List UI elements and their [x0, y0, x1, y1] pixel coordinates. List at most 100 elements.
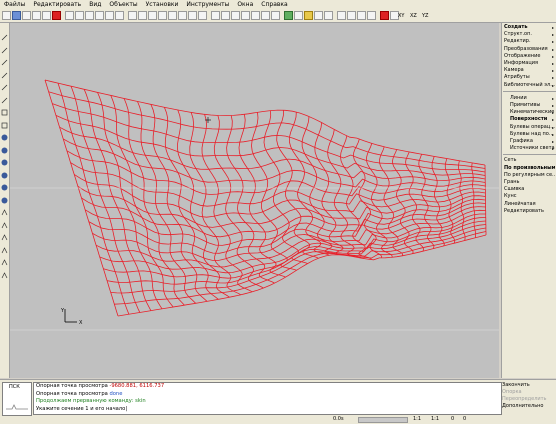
panel-category-1[interactable]: Структ.оп. ▸	[504, 31, 555, 38]
toolbar-button-19[interactable]	[198, 11, 207, 20]
panel-category-0[interactable]: Создать ▸	[504, 24, 555, 31]
toolbar-button-5[interactable]	[52, 11, 61, 20]
toolbar-button-27[interactable]	[284, 11, 293, 20]
toolbar-button-1[interactable]	[12, 11, 21, 20]
panel-subcategory-1[interactable]: Примитивы ▸	[510, 102, 555, 109]
torus-tool-icon[interactable]	[1, 176, 8, 191]
toolbar-button-33[interactable]	[347, 11, 356, 20]
menu-item-0[interactable]: Файлы	[0, 0, 29, 10]
panel-command-1[interactable]: По произвольным...	[504, 165, 555, 172]
target-tool-icon[interactable]	[1, 226, 8, 241]
panel-command-3[interactable]: Грань	[504, 179, 555, 186]
view-yz-button[interactable]: YZ	[422, 10, 428, 22]
toolbar-button-25[interactable]	[261, 11, 270, 20]
command-log[interactable]: Опорная точка просмотра -9680.881, 6116.…	[33, 382, 502, 415]
toolbar-button-13[interactable]	[138, 11, 147, 20]
panel-command-5[interactable]: Кунс	[504, 193, 555, 200]
panel-category-2[interactable]: Редактир. ▸	[504, 38, 555, 45]
arc-tool-icon[interactable]	[1, 64, 8, 78]
dot-tool-icon[interactable]	[1, 39, 8, 53]
panel-subcategory-2[interactable]: Кинематические ▸	[510, 109, 555, 116]
menu-item-1[interactable]: Редактировать	[29, 0, 85, 10]
toolbar-button-35[interactable]	[367, 11, 376, 20]
toolbar-button-29[interactable]	[304, 11, 313, 20]
toolbar-button-2[interactable]	[22, 11, 31, 20]
toolbar-button-15[interactable]	[158, 11, 167, 20]
option-3[interactable]: Дополнительно	[502, 403, 554, 410]
panel-category-6[interactable]: Камера ▸	[504, 67, 555, 74]
panel-command-0[interactable]: Сеть	[504, 157, 555, 164]
toolbar-button-21[interactable]	[221, 11, 230, 20]
panel-subcategory-6[interactable]: Графика ▸	[510, 138, 555, 145]
menu-item-7[interactable]: Справка	[257, 0, 291, 10]
option-0[interactable]: Закончить	[502, 382, 554, 389]
view-xy-button[interactable]: XY	[398, 10, 404, 22]
square-tool-icon[interactable]	[1, 114, 8, 128]
toolbar-button-12[interactable]	[128, 11, 137, 20]
option-1[interactable]: Опорка	[502, 389, 554, 396]
panel-category-4[interactable]: Отображение ▸	[504, 53, 555, 60]
rect-tool-icon[interactable]	[1, 101, 8, 116]
toolbar-button-23[interactable]	[241, 11, 250, 20]
panel-category-3[interactable]: Преобразования ▸	[504, 46, 555, 53]
toolbar-button-4[interactable]	[42, 11, 51, 20]
toolbar-button-32[interactable]	[337, 11, 346, 20]
panel-subcategory-0[interactable]: Линии ▸	[510, 95, 555, 102]
panel-command-6[interactable]: Линейчатая	[504, 201, 555, 208]
text-tool-icon[interactable]	[1, 251, 8, 266]
toolbar-button-9[interactable]	[95, 11, 104, 20]
command-input-line[interactable]: Укажите сечение 1 и его начало|	[34, 406, 501, 414]
toolbar-button-11[interactable]	[115, 11, 124, 20]
menu-item-5[interactable]: Инструменты	[182, 0, 233, 10]
cube-tool-icon[interactable]	[1, 126, 8, 141]
toolbar-button-14[interactable]	[148, 11, 157, 20]
toolbar-button-30[interactable]	[314, 11, 323, 20]
menu-item-2[interactable]: Вид	[85, 0, 105, 10]
cone-tool-icon[interactable]	[1, 164, 8, 178]
toolbar-button-6[interactable]	[65, 11, 74, 20]
panel-subcategory-5[interactable]: Булевы над по... ▸	[510, 131, 555, 138]
panel-command-2[interactable]: По регулярным се...	[504, 172, 555, 179]
circle-tool-icon[interactable]	[1, 76, 8, 91]
toolbar-button-22[interactable]	[231, 11, 240, 20]
menu-item-4[interactable]: Установки	[142, 0, 183, 10]
panel-command-4[interactable]: Сшивка	[504, 186, 555, 193]
cylinder-tool-icon[interactable]	[1, 151, 8, 166]
line-tool-icon[interactable]	[1, 51, 8, 66]
toolbar-button-36[interactable]	[380, 11, 389, 20]
menu-item-3[interactable]: Объекты	[105, 0, 141, 10]
toolbar-button-24[interactable]	[251, 11, 260, 20]
toolbar-button-10[interactable]	[105, 11, 114, 20]
panel-subcategory-4[interactable]: Булевы операц... ▸	[510, 124, 555, 131]
toolbar-button-18[interactable]	[188, 11, 197, 20]
panel-category-8[interactable]: Библиотечный эл... ▸	[504, 82, 555, 89]
toolbar-button-0[interactable]	[2, 11, 11, 20]
ruler-tool-icon[interactable]	[1, 201, 8, 216]
3d-viewport[interactable]: Y X	[10, 23, 499, 378]
view-xz-button[interactable]: XZ	[410, 10, 417, 22]
panel-category-5[interactable]: Информация ▸	[504, 60, 555, 67]
sphere-tool-icon[interactable]	[1, 139, 8, 153]
toolbar-button-3[interactable]	[32, 11, 41, 20]
toolbar-button-26[interactable]	[271, 11, 280, 20]
grid-tool-icon[interactable]	[1, 264, 8, 278]
panel-command-7[interactable]: Редактировать	[504, 208, 555, 215]
curve-tool-icon[interactable]	[1, 239, 8, 253]
toolbar-button-8[interactable]	[85, 11, 94, 20]
layer-panel[interactable]: ПСК	[2, 382, 32, 416]
toolbar-button-28[interactable]	[294, 11, 303, 20]
toolbar-button-16[interactable]	[168, 11, 177, 20]
panel-category-7[interactable]: Атрибуты ▸	[504, 74, 555, 81]
panel-subcategory-7[interactable]: Источники света ▸	[510, 145, 555, 152]
disk-tool-icon[interactable]	[1, 189, 8, 203]
toolbar-button-20[interactable]	[211, 11, 220, 20]
toolbar-button-17[interactable]	[178, 11, 187, 20]
panel-subcategory-3[interactable]: Поверхности ▸	[510, 116, 555, 123]
option-2[interactable]: Переопределить	[502, 396, 554, 403]
menu-item-6[interactable]: Окна	[233, 0, 257, 10]
toolbar-button-7[interactable]	[75, 11, 84, 20]
measure-tool-icon[interactable]	[1, 214, 8, 228]
spline-tool-icon[interactable]	[1, 89, 8, 103]
toolbar-button-34[interactable]	[357, 11, 366, 20]
pen-tool-icon[interactable]	[1, 26, 8, 41]
